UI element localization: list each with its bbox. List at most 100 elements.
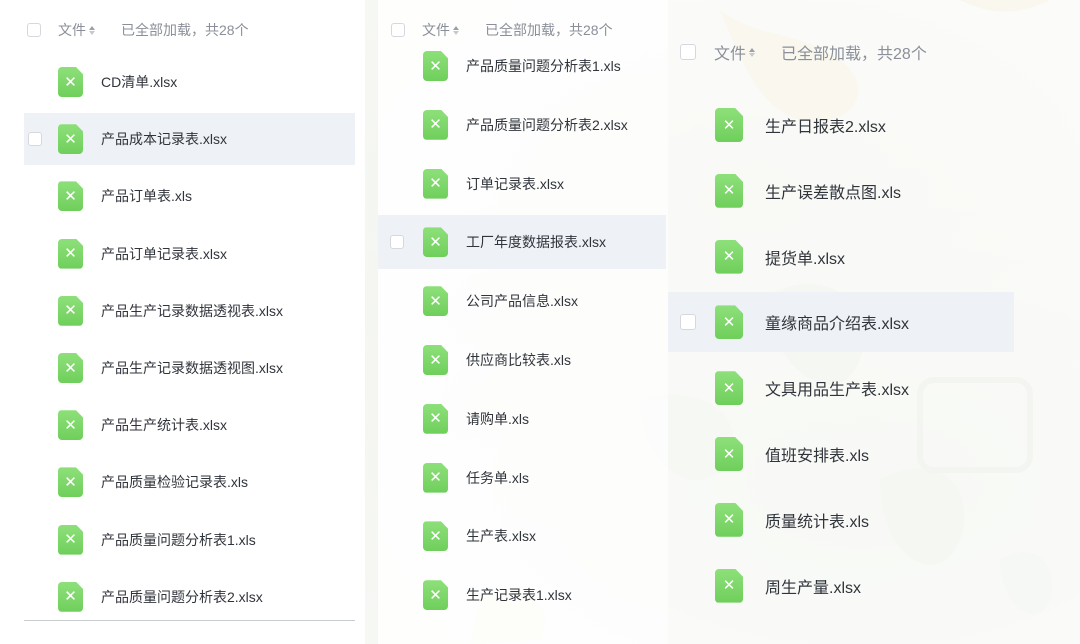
excel-x-glyph: ✕	[64, 587, 77, 606]
file-row[interactable]: ✕ 产品质量问题分析表2.xlsx	[378, 98, 666, 152]
excel-x-glyph: ✕	[429, 468, 442, 487]
excel-file-icon: ✕	[423, 462, 448, 493]
file-name[interactable]: 童缘商品介绍表.xlsx	[765, 310, 909, 334]
select-all-checkbox[interactable]	[27, 23, 41, 37]
file-name[interactable]: 公司产品信息.xlsx	[466, 291, 578, 311]
file-row[interactable]: ✕ 提货单.xlsx	[668, 227, 1014, 287]
excel-file-icon: ✕	[715, 568, 743, 603]
file-row[interactable]: ✕ 产品生产记录数据透视图.xlsx	[24, 342, 355, 394]
excel-file-icon: ✕	[715, 108, 743, 142]
file-row[interactable]: ✕ 童缘商品介绍表.xlsx	[668, 292, 1014, 353]
excel-x-glyph: ✕	[429, 291, 442, 310]
file-name[interactable]: 订单记录表.xlsx	[466, 174, 564, 194]
file-list-panel-1: 文件 已全部加载，共28个 ✕ CD清单.xlsx ✕ 产品成本记录表.xlsx ✕ 产品…	[0, 0, 365, 644]
file-row[interactable]: ✕ 周生产量.xlsx	[668, 556, 1014, 616]
file-row[interactable]: ✕ 任务单.xls	[378, 451, 666, 505]
row-checkbox[interactable]	[680, 314, 696, 331]
select-all-checkbox[interactable]	[391, 23, 405, 37]
file-row[interactable]: ✕ 生产记录表1.xlsx	[378, 568, 666, 622]
excel-file-icon: ✕	[423, 286, 448, 317]
file-name[interactable]: 供应商比较表.xls	[466, 350, 571, 370]
excel-file-icon: ✕	[58, 467, 83, 498]
row-checkbox[interactable]	[390, 235, 404, 250]
excel-file-icon: ✕	[423, 168, 448, 199]
column-file-label[interactable]: 文件	[422, 20, 450, 40]
excel-x-glyph: ✕	[722, 510, 736, 529]
excel-file-icon: ✕	[715, 305, 743, 340]
file-row[interactable]: ✕ 值班安排表.xls	[668, 424, 1014, 484]
file-name[interactable]: 生产误差散点图.xls	[765, 179, 901, 203]
file-list-header: 文件 已全部加载，共28个	[680, 40, 927, 64]
file-row[interactable]: ✕ 请购单.xls	[378, 392, 666, 446]
file-row[interactable]: ✕ 生产误差散点图.xls	[668, 161, 1014, 221]
file-row[interactable]: ✕ 订单记录表.xlsx	[378, 157, 666, 211]
excel-x-glyph: ✕	[722, 444, 736, 463]
excel-x-glyph: ✕	[722, 247, 736, 266]
excel-x-glyph: ✕	[64, 129, 77, 148]
file-name[interactable]: 产品质量检验记录表.xls	[101, 472, 248, 492]
file-name[interactable]: 值班安排表.xls	[765, 442, 869, 466]
excel-file-icon: ✕	[58, 353, 83, 383]
excel-x-glyph: ✕	[429, 526, 442, 545]
sort-icon[interactable]	[749, 46, 756, 58]
file-row[interactable]: ✕ 产品成本记录表.xlsx	[24, 113, 355, 166]
file-row[interactable]: ✕ 产品质量问题分析表1.xls	[24, 514, 355, 566]
file-name[interactable]: 质量统计表.xls	[765, 508, 869, 532]
file-row[interactable]: ✕ 产品质量问题分析表1.xls	[378, 39, 666, 93]
excel-file-icon: ✕	[58, 238, 83, 269]
excel-x-glyph: ✕	[429, 174, 442, 193]
excel-file-icon: ✕	[58, 67, 83, 97]
file-row[interactable]: ✕ 质量统计表.xls	[668, 490, 1014, 550]
excel-file-icon: ✕	[423, 345, 448, 375]
column-file-label[interactable]: 文件	[58, 20, 86, 40]
file-name[interactable]: 产品订单表.xls	[101, 186, 192, 206]
file-row[interactable]: ✕ 生产日报表2.xlsx	[668, 95, 1014, 155]
excel-file-icon: ✕	[715, 437, 743, 471]
file-row[interactable]: ✕ 产品订单表.xls	[24, 170, 355, 222]
row-checkbox[interactable]	[28, 132, 42, 147]
excel-x-glyph: ✕	[429, 232, 442, 251]
file-row[interactable]: ✕ 产品生产统计表.xlsx	[24, 399, 355, 451]
file-row[interactable]: ✕ 工厂年度数据报表.xlsx	[378, 215, 666, 270]
excel-x-glyph: ✕	[64, 244, 77, 263]
excel-file-icon: ✕	[423, 580, 448, 611]
file-row[interactable]: ✕ 产品订单记录表.xlsx	[24, 228, 355, 280]
select-all-checkbox[interactable]	[680, 44, 696, 60]
file-name[interactable]: 提货单.xlsx	[765, 245, 845, 269]
file-row[interactable]: ✕ CD清单.xlsx	[24, 56, 355, 108]
file-name[interactable]: 产品质量问题分析表2.xlsx	[101, 587, 263, 607]
file-row[interactable]: ✕ 产品生产记录数据透视表.xlsx	[24, 285, 355, 337]
column-file-label[interactable]: 文件	[714, 40, 746, 64]
file-name[interactable]: 请购单.xls	[466, 409, 529, 429]
file-name[interactable]: 生产记录表1.xlsx	[466, 585, 572, 605]
file-row[interactable]: ✕ 公司产品信息.xlsx	[378, 274, 666, 328]
file-name[interactable]: 任务单.xls	[466, 468, 529, 488]
file-name[interactable]: CD清单.xlsx	[101, 72, 177, 92]
file-row[interactable]: ✕ 产品质量检验记录表.xls	[24, 456, 355, 508]
excel-file-icon: ✕	[58, 410, 83, 441]
file-name[interactable]: 文具用品生产表.xlsx	[765, 376, 909, 400]
file-name[interactable]: 产品生产记录数据透视图.xlsx	[101, 358, 283, 378]
file-name[interactable]: 工厂年度数据报表.xlsx	[466, 232, 606, 252]
file-name[interactable]: 产品订单记录表.xlsx	[101, 244, 227, 264]
sort-icon[interactable]	[453, 24, 459, 36]
file-name[interactable]: 产品质量问题分析表1.xls	[101, 530, 256, 550]
file-name[interactable]: 产品成本记录表.xlsx	[101, 129, 227, 149]
file-name[interactable]: 生产日报表2.xlsx	[765, 113, 886, 137]
file-name[interactable]: 产品质量问题分析表1.xls	[466, 56, 621, 76]
excel-file-icon: ✕	[423, 227, 448, 258]
file-row[interactable]: ✕ 产品质量问题分析表2.xlsx	[24, 571, 355, 623]
excel-file-icon: ✕	[58, 124, 83, 155]
file-name[interactable]: 生产表.xlsx	[466, 526, 536, 546]
load-status-text: 已全部加载，共28个	[485, 22, 613, 38]
file-row[interactable]: ✕ 供应商比较表.xls	[378, 333, 666, 387]
file-name[interactable]: 周生产量.xlsx	[765, 574, 861, 598]
excel-x-glyph: ✕	[722, 576, 736, 595]
file-name[interactable]: 产品生产统计表.xlsx	[101, 415, 227, 435]
excel-x-glyph: ✕	[64, 358, 77, 377]
file-name[interactable]: 产品质量问题分析表2.xlsx	[466, 115, 628, 135]
file-row[interactable]: ✕ 文具用品生产表.xlsx	[668, 358, 1014, 418]
sort-icon[interactable]	[89, 24, 95, 36]
file-name[interactable]: 产品生产记录数据透视表.xlsx	[101, 301, 283, 321]
file-row[interactable]: ✕ 生产表.xlsx	[378, 509, 666, 563]
